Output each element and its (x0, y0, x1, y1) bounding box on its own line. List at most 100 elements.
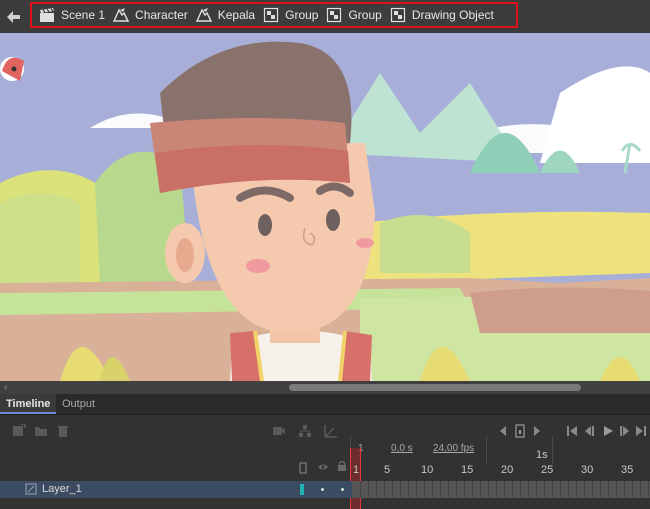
breadcrumb-label: Character (135, 8, 188, 22)
next-frame-icon[interactable] (617, 424, 631, 438)
frame-cell-divider (464, 481, 465, 498)
toolbar-separator (486, 436, 487, 464)
frame-cell-divider (600, 481, 601, 498)
group-icon (327, 7, 342, 23)
frame-cell-divider (512, 481, 513, 498)
frame-cell-divider (408, 481, 409, 498)
motion-path-icon[interactable] (324, 424, 338, 438)
step-forward-icon[interactable] (530, 424, 544, 438)
frame-cell-divider (448, 481, 449, 498)
drawing-object-icon (390, 7, 405, 23)
frame-cell-divider (472, 481, 473, 498)
stage-horizontal-scrollbar[interactable]: ‹ (0, 381, 650, 394)
frame-cell-divider (520, 481, 521, 498)
frame-cell-divider (456, 481, 457, 498)
breadcrumb-label: Drawing Object (411, 8, 494, 22)
frame-cell-divider (496, 481, 497, 498)
ruler-frame-label: 15 (461, 464, 474, 476)
stage-canvas[interactable] (0, 33, 650, 381)
breadcrumb-label: Group (285, 8, 319, 22)
frame-rate-readout[interactable]: 24,00 fps (433, 443, 474, 454)
ruler-frame-label: 1 (353, 464, 360, 476)
scroll-left-icon[interactable]: ‹ (4, 382, 7, 393)
layer-icon (25, 483, 37, 495)
go-to-first-frame-icon[interactable] (565, 424, 579, 438)
layer-lock-dot[interactable] (341, 488, 344, 491)
layer-name[interactable]: Layer_1 (42, 483, 82, 495)
panel-tabs: Timeline Output (0, 394, 650, 415)
breadcrumb-item-group-1[interactable]: Group (259, 4, 322, 26)
frame-cell-divider (648, 481, 649, 498)
breadcrumb-item-scene[interactable]: Scene 1 (35, 4, 109, 26)
edit-bar: Scene 1 Character Kepala Group Group Dra… (0, 0, 650, 33)
scene-illustration (0, 33, 650, 381)
new-layer-icon[interactable] (12, 424, 26, 438)
ruler-frame-label: 10 (421, 464, 434, 476)
play-icon[interactable] (601, 424, 615, 438)
frame-cell-divider (432, 481, 433, 498)
frame-cell-divider (560, 481, 561, 498)
breadcrumb-label: Group (348, 8, 382, 22)
frame-cell-divider (632, 481, 633, 498)
frame-cell-divider (616, 481, 617, 498)
breadcrumb-item-character[interactable]: Character (109, 4, 192, 26)
frame-cell-divider (592, 481, 593, 498)
timeline-toolbar: 1 0,0 s 24,00 fps (0, 414, 650, 464)
ruler-frame-label: 35 (621, 464, 634, 476)
toolbar-separator (552, 436, 553, 464)
frame-cell-divider (392, 481, 393, 498)
scrollbar-thumb[interactable] (289, 384, 581, 391)
camera-icon[interactable] (272, 424, 286, 438)
previous-frame-icon[interactable] (583, 424, 597, 438)
group-icon (264, 7, 279, 23)
ruler-frame-label: 25 (541, 464, 554, 476)
breadcrumb-item-group-2[interactable]: Group (322, 4, 385, 26)
delete-icon[interactable] (56, 424, 70, 438)
frame-cell-divider (424, 481, 425, 498)
breadcrumb-item-drawing-object[interactable]: Drawing Object (386, 4, 498, 26)
go-to-last-frame-icon[interactable] (634, 424, 648, 438)
center-frame-icon[interactable] (513, 424, 527, 438)
layer-visibility-dot[interactable] (321, 488, 324, 491)
frame-cell-divider (608, 481, 609, 498)
layer-color-swatch[interactable] (300, 484, 304, 495)
frame-rate-value: 24,00 fps (433, 443, 475, 454)
frame-cell-divider (488, 481, 489, 498)
frame-cell-divider (384, 481, 385, 498)
frame-cell-divider (480, 481, 481, 498)
frame-cell-divider (368, 481, 369, 498)
back-arrow-icon[interactable] (4, 8, 22, 26)
layer-depth-icon[interactable] (298, 424, 312, 438)
graphic-symbol-icon (113, 8, 130, 22)
elapsed-time-value: 0,0 s (391, 443, 413, 454)
lock-icon[interactable] (337, 460, 347, 472)
frame-cell-divider (552, 481, 553, 498)
eye-icon[interactable] (317, 462, 329, 472)
frame-cell-divider (568, 481, 569, 498)
graphic-symbol-icon (195, 8, 212, 22)
breadcrumb-label: Kepala (217, 8, 256, 22)
frame-cell-divider (640, 481, 641, 498)
frame-cell-divider (624, 481, 625, 498)
frame-cell-divider (440, 481, 441, 498)
frame-cell-divider (528, 481, 529, 498)
frame-cell-divider (360, 481, 361, 498)
elapsed-time-readout[interactable]: 0,0 s (391, 443, 413, 454)
frame-cell-divider (504, 481, 505, 498)
tab-timeline[interactable]: Timeline (0, 394, 57, 414)
new-folder-icon[interactable] (34, 424, 48, 438)
breadcrumb-item-kepala[interactable]: Kepala (192, 4, 259, 26)
breadcrumb-label: Scene 1 (61, 8, 106, 22)
frame-cell-divider (584, 481, 585, 498)
outline-toggle-icon[interactable] (299, 462, 307, 474)
ruler-frame-label: 20 (501, 464, 514, 476)
tab-output[interactable]: Output (56, 394, 101, 414)
breadcrumb: Scene 1 Character Kepala Group Group Dra… (30, 2, 518, 28)
frame-cell-divider (544, 481, 545, 498)
frame-cell-divider (416, 481, 417, 498)
playhead[interactable] (350, 448, 361, 509)
ruler-second-label: 1s (536, 449, 548, 461)
layer-frames[interactable] (352, 481, 650, 498)
step-back-icon[interactable] (496, 424, 510, 438)
clapperboard-icon (40, 8, 54, 22)
